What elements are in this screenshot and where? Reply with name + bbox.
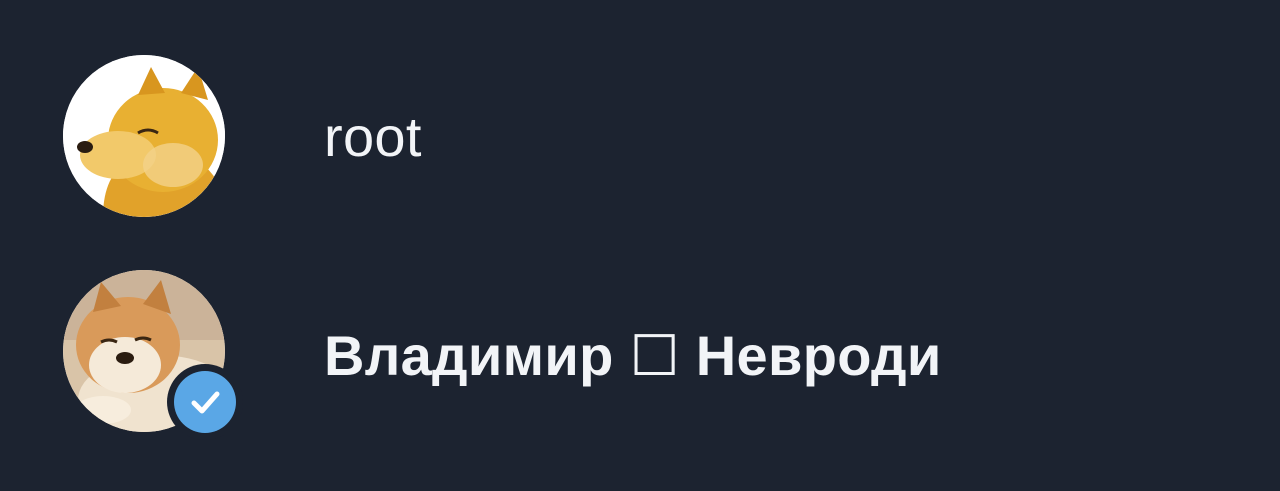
avatar-root[interactable]: [63, 55, 225, 217]
verified-badge: [167, 364, 243, 440]
contact-name: Владимир ☐ Невроди: [324, 324, 942, 387]
shiba-dog-avatar-icon: [63, 55, 225, 217]
contact-row-vladimir[interactable]: Владимир ☐ Невроди: [0, 253, 1280, 453]
contact-row-root[interactable]: root: [0, 38, 1280, 238]
contact-name: root: [324, 105, 422, 168]
checkmark-icon: [191, 391, 220, 414]
avatar-vladimir[interactable]: [63, 270, 243, 440]
